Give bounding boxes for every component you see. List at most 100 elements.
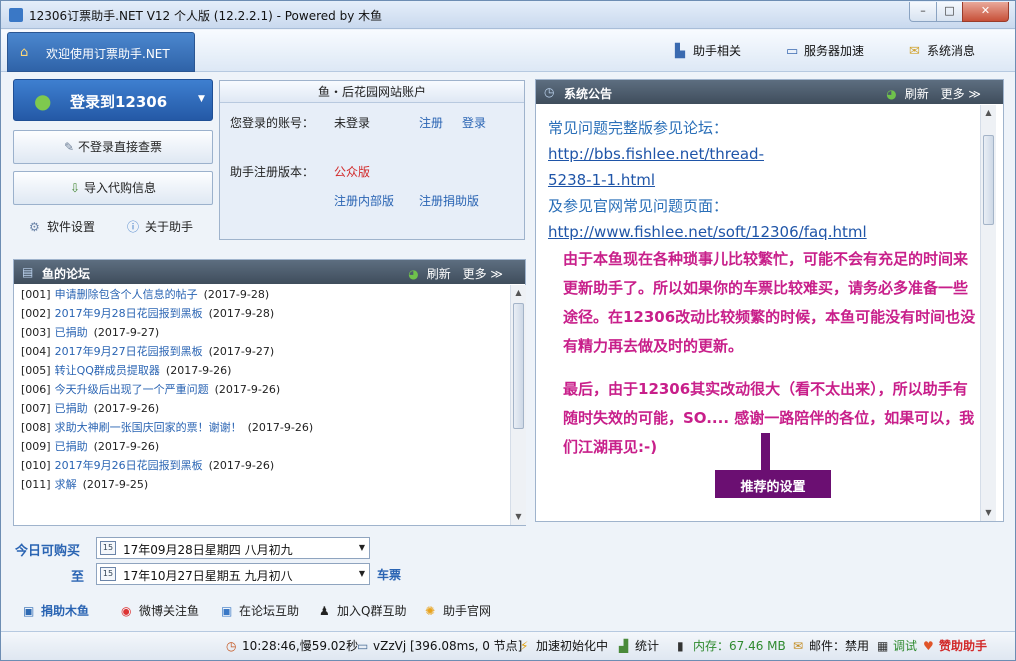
forum-help-link[interactable]: ▣ 在论坛互助 (221, 602, 299, 619)
assistant-related-button[interactable]: ▙ 助手相关 (675, 42, 741, 59)
forum-scrollbar[interactable]: ▲ ▼ (510, 285, 526, 525)
register-link[interactable]: 注册 (419, 114, 443, 131)
status-stats[interactable]: ▟ 统计 (619, 637, 659, 654)
forum-item-number: [001] (21, 288, 51, 301)
weibo-link[interactable]: ◉ 微博关注鱼 (121, 602, 199, 619)
forum-item-title[interactable]: 今天升级后出现了一个严重问题 (55, 383, 209, 396)
faq-page-link[interactable]: http://www.fishlee.net/soft/12306/faq.ht… (548, 223, 867, 241)
software-settings-link[interactable]: ⚙ 软件设置 (29, 218, 95, 235)
forum-item-date: (2017-9-26) (93, 440, 160, 453)
system-message-button[interactable]: ✉ 系统消息 (909, 42, 975, 59)
register-internal-link[interactable]: 注册内部版 (334, 192, 394, 209)
forum-thread-link-cont[interactable]: 5238-1-1.html (548, 171, 655, 189)
lightning-icon: ⚡ (520, 639, 529, 653)
start-date-value: 17年09月28日星期四 八月初九 (123, 543, 293, 557)
scroll-down-icon[interactable]: ▼ (981, 505, 996, 521)
minimize-button[interactable]: – (909, 2, 937, 22)
login-label: 登录到12306 (70, 93, 168, 111)
notice-more-link[interactable]: 更多 ≫ (941, 87, 981, 101)
forum-scroll-thumb[interactable] (513, 303, 524, 429)
window-title: 12306订票助手.NET V12 个人版 (12.2.2.1) - Power… (29, 9, 383, 23)
status-mail[interactable]: ✉ 邮件：禁用 (793, 637, 869, 654)
main-window: 12306订票助手.NET V12 个人版 (12.2.2.1) - Power… (0, 0, 1016, 661)
forum-item-title[interactable]: 已捐助 (55, 326, 88, 339)
server-accel-button[interactable]: ▭ 服务器加速 (786, 42, 864, 59)
tab-welcome[interactable]: ⌂ 欢迎使用订票助手.NET (7, 32, 195, 72)
scroll-up-icon[interactable]: ▲ (981, 105, 996, 121)
chevron-down-icon: ▼ (198, 94, 205, 104)
forum-list-item[interactable]: [008] 求助大神刷一张国庆回家的票！谢谢！ (2017-9-26) (15, 418, 509, 437)
sponsor-link[interactable]: ♥ 赞助助手 (923, 637, 987, 654)
status-server[interactable]: ▭ vZzVj [396.08ms, 0 节点] (357, 637, 522, 654)
recommend-settings-label[interactable]: 推荐的设置 (715, 470, 831, 498)
forum-item-title[interactable]: 2017年9月27日花园报到黑板 (55, 345, 203, 358)
register-donate-link[interactable]: 注册捐助版 (419, 192, 479, 209)
gear-icon: ⚙ (29, 220, 40, 234)
forum-item-title[interactable]: 求解 (55, 478, 77, 491)
debug-icon: ▦ (877, 639, 889, 653)
close-button[interactable]: ✕ (962, 2, 1009, 22)
notice-panel: ◷ 系统公告 ◕ 刷新 更多 ≫ 常见问题完整版参见论坛： http://bbs.… (535, 79, 1004, 522)
scroll-down-icon[interactable]: ▼ (511, 509, 526, 525)
forum-list-item[interactable]: [001] 申请删除包含个人信息的帖子 (2017-9-28) (15, 285, 509, 304)
qq-group-link[interactable]: ♟ 加入Q群互助 (319, 602, 406, 619)
login-12306-button[interactable]: ● 登录到12306 ▼ (13, 79, 213, 121)
notice-line-site: 及参见官网常见问题页面： (548, 197, 729, 215)
donate-link[interactable]: ▣ 捐助木鱼 (23, 602, 89, 619)
home-icon: ⌂ (20, 45, 29, 60)
about-link[interactable]: ⓘ 关于助手 (127, 218, 193, 235)
forum-item-title[interactable]: 2017年9月26日花园报到黑板 (55, 459, 203, 472)
end-date-value: 17年10月27日星期五 九月初八 (123, 569, 293, 583)
forum-list-item[interactable]: [002] 2017年9月28日花园报到黑板 (2017-9-28) (15, 304, 509, 323)
monitor-icon: ▭ (357, 639, 369, 653)
forum-more-link[interactable]: 更多 ≫ (463, 267, 503, 281)
account-panel: 鱼・后花园网站账户 您登录的账号： 未登录 注册 登录 助手注册版本： 公众版 … (219, 80, 525, 240)
forum-item-number: [005] (21, 364, 51, 377)
forum-item-date: (2017-9-26) (165, 364, 232, 377)
forum-item-date: (2017-9-26) (93, 402, 160, 415)
forum-item-date: (2017-9-26) (214, 383, 281, 396)
import-icon: ⇩ (70, 181, 81, 195)
notice-refresh-link[interactable]: 刷新 (905, 87, 929, 101)
weibo-icon: ◉ (121, 604, 132, 618)
qq-icon: ♟ (319, 604, 330, 618)
scroll-up-icon[interactable]: ▲ (511, 285, 526, 301)
maximize-button[interactable]: □ (936, 2, 963, 22)
end-date-select[interactable]: 15 17年10月27日星期五 九月初八 ▼ (96, 563, 370, 585)
forum-item-title[interactable]: 已捐助 (55, 402, 88, 415)
official-site-link[interactable]: ✺ 助手官网 (425, 602, 491, 619)
start-date-select[interactable]: 15 17年09月28日星期四 八月初九 ▼ (96, 537, 370, 559)
no-login-query-button[interactable]: ✎ 不登录直接查票 (13, 130, 213, 164)
forum-item-title[interactable]: 转让QQ群成员提取器 (55, 364, 160, 377)
notice-scroll-thumb[interactable] (983, 135, 994, 225)
forum-list-item[interactable]: [007] 已捐助 (2017-9-26) (15, 399, 509, 418)
forum-list-item[interactable]: [003] 已捐助 (2017-9-27) (15, 323, 509, 342)
forum-list-item[interactable]: [011] 求解 (2017-9-25) (15, 475, 509, 494)
forum-item-title[interactable]: 已捐助 (55, 440, 88, 453)
forum-list-item[interactable]: [006] 今天升级后出现了一个严重问题 (2017-9-26) (15, 380, 509, 399)
forum-thread-link[interactable]: http://bbs.fishlee.net/thread- (548, 145, 764, 163)
login-link[interactable]: 登录 (462, 114, 486, 131)
forum-list-item[interactable]: [005] 转让QQ群成员提取器 (2017-9-26) (15, 361, 509, 380)
forum-list-item[interactable]: [009] 已捐助 (2017-9-26) (15, 437, 509, 456)
forum-item-title[interactable]: 2017年9月28日花园报到黑板 (55, 307, 203, 320)
memory-icon: ▮ (677, 639, 684, 653)
notice-panel-header: ◷ 系统公告 ◕ 刷新 更多 ≫ (536, 80, 1003, 104)
forum-item-number: [007] (21, 402, 51, 415)
forum-list-item[interactable]: [010] 2017年9月26日花园报到黑板 (2017-9-26) (15, 456, 509, 475)
status-bar: ◷ 10:28:46,慢59.02秒 ▭ vZzVj [396.08ms, 0 节点… (1, 631, 1015, 660)
forum-item-date: (2017-9-28) (208, 307, 275, 320)
status-debug[interactable]: ▦ 调试 (877, 637, 917, 654)
app-icon (9, 8, 23, 22)
mail-icon: ✉ (793, 639, 804, 653)
forum-list-item[interactable]: [004] 2017年9月27日花园报到黑板 (2017-9-27) (15, 342, 509, 361)
forum-item-title[interactable]: 求助大神刷一张国庆回家的票！谢谢！ (55, 421, 242, 434)
refresh-icon: ◕ (886, 87, 897, 101)
forum-item-number: [010] (21, 459, 51, 472)
forum-item-title[interactable]: 申请删除包含个人信息的帖子 (55, 288, 198, 301)
import-proxy-button[interactable]: ⇩ 导入代购信息 (13, 171, 213, 205)
ticket-link[interactable]: 车票 (377, 566, 401, 583)
forum-refresh-link[interactable]: 刷新 (427, 267, 451, 281)
recommend-connector (761, 433, 770, 471)
notice-scrollbar[interactable]: ▲ ▼ (980, 105, 996, 521)
